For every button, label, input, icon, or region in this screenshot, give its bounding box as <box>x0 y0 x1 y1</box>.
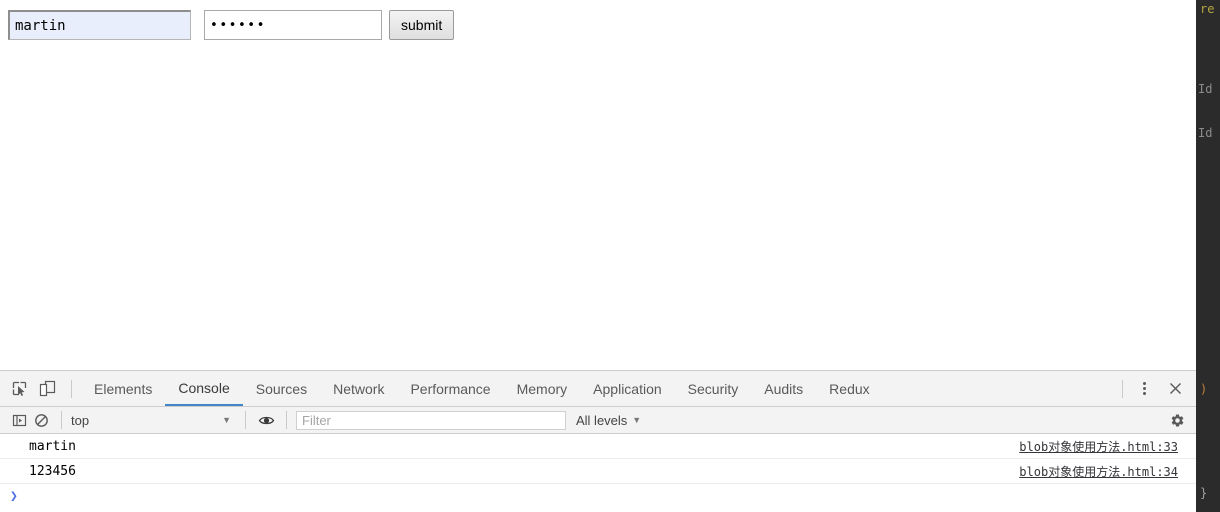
background-editor-sliver: re Id Id ) } <box>1196 0 1220 512</box>
kebab-menu-icon[interactable] <box>1132 377 1156 401</box>
console-message-list: martin blob对象使用方法.html:33 123456 blob对象使… <box>0 434 1196 508</box>
log-levels-select[interactable]: All levels ▼ <box>576 413 641 428</box>
tabbar-actions <box>1113 376 1196 402</box>
tab-performance[interactable]: Performance <box>397 371 503 406</box>
login-form: submit <box>8 10 455 40</box>
tab-audits[interactable]: Audits <box>751 371 816 406</box>
tab-application[interactable]: Application <box>580 371 675 406</box>
code-fragment: } <box>1200 486 1208 500</box>
filterbar-divider <box>245 411 246 429</box>
chevron-down-icon: ▼ <box>632 415 642 425</box>
gear-icon[interactable] <box>1166 409 1188 431</box>
tab-console[interactable]: Console <box>165 371 243 406</box>
code-fragment: ) <box>1200 382 1208 396</box>
tab-memory[interactable]: Memory <box>504 371 581 406</box>
tab-elements[interactable]: Elements <box>81 371 165 406</box>
page-viewport: submit <box>0 0 1196 370</box>
password-input[interactable] <box>204 10 382 40</box>
log-levels-value: All levels <box>576 412 628 428</box>
browser-window: submit re Id Id ) } <box>0 0 1220 512</box>
tab-network[interactable]: Network <box>320 371 397 406</box>
code-fragment: re <box>1200 2 1215 16</box>
console-message-source-link[interactable]: blob对象使用方法.html:34 <box>1019 463 1178 480</box>
toolbar-divider <box>71 379 72 398</box>
console-filter-bar: top ▼ All levels ▼ <box>0 407 1196 434</box>
filterbar-divider <box>286 411 287 429</box>
console-prompt-input[interactable] <box>23 486 1196 506</box>
console-prompt[interactable]: ❯ <box>0 484 1196 508</box>
console-message-text: 123456 <box>29 463 76 479</box>
inspect-element-icon[interactable] <box>6 376 32 402</box>
tabbar-divider <box>1122 379 1123 398</box>
devtools-tabbar: Elements Console Sources Network Perform… <box>0 371 1196 407</box>
console-message-text: martin <box>29 438 76 454</box>
console-sidebar-icon[interactable] <box>8 409 30 431</box>
filterbar-divider <box>61 411 62 429</box>
chevron-down-icon: ▼ <box>222 415 231 425</box>
close-icon[interactable] <box>1162 376 1188 402</box>
tab-redux[interactable]: Redux <box>816 371 882 406</box>
live-expression-eye-icon[interactable] <box>255 409 277 431</box>
username-input[interactable] <box>8 10 191 40</box>
tab-sources[interactable]: Sources <box>243 371 320 406</box>
device-toolbar-icon[interactable] <box>34 376 60 402</box>
code-fragment: Id <box>1198 82 1213 96</box>
execution-context-value: top <box>71 412 90 428</box>
submit-button[interactable]: submit <box>389 10 455 40</box>
console-filter-input[interactable] <box>296 410 566 430</box>
execution-context-select[interactable]: top ▼ <box>71 410 236 431</box>
clear-console-icon[interactable] <box>30 409 52 431</box>
console-message-row[interactable]: 123456 blob对象使用方法.html:34 <box>0 459 1196 484</box>
prompt-chevron-icon: ❯ <box>10 488 18 504</box>
devtools-panel: Elements Console Sources Network Perform… <box>0 370 1196 512</box>
console-message-row[interactable]: martin blob对象使用方法.html:33 <box>0 434 1196 459</box>
console-message-source-link[interactable]: blob对象使用方法.html:33 <box>1019 438 1178 455</box>
tab-security[interactable]: Security <box>675 371 752 406</box>
code-fragment: Id <box>1198 126 1213 140</box>
